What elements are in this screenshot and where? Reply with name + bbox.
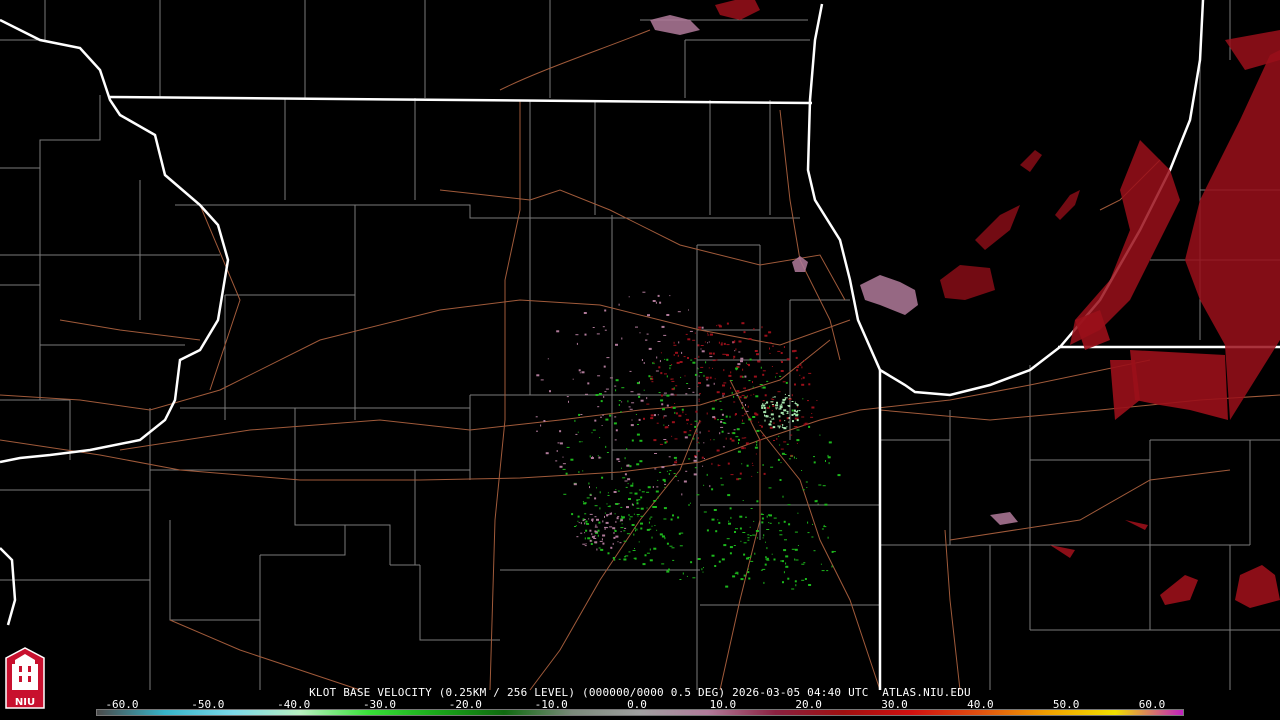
niu-logo-text: NIU: [14, 697, 36, 708]
radar-map: [0, 0, 1280, 720]
velocity-colorbar: [96, 709, 1184, 716]
